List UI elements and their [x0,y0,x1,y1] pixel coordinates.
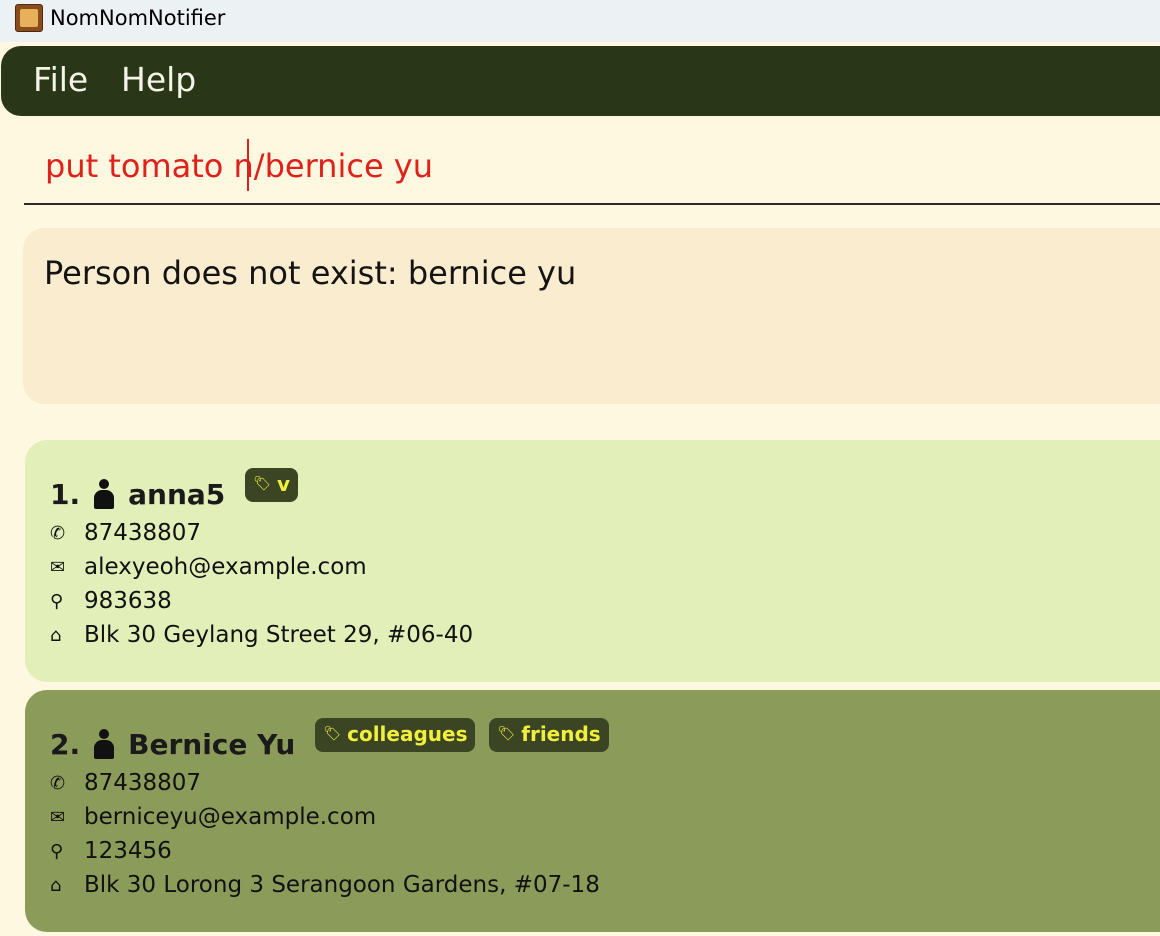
email-icon: ✉ [50,806,66,828]
pin-icon: ⚲ [50,590,64,612]
tag-label: v [277,472,291,496]
address-value: Blk 30 Lorong 3 Serangoon Gardens, #07-1… [84,872,600,898]
tag-icon: 🏷 [323,726,342,742]
tag-label: friends [521,722,601,746]
text-caret [247,139,249,191]
menu-file[interactable]: File [33,60,88,99]
tag-label: colleagues [347,722,468,746]
email-value: alexyeoh@example.com [84,554,367,580]
postal-field: ⚲ 983638 [50,588,172,614]
result-message: Person does not exist: bernice yu [44,254,577,292]
phone-value: 87438807 [84,520,202,546]
tag-icon: 🏷 [497,726,516,742]
app-icon [15,4,43,32]
card-index: 2. [50,727,81,761]
command-input-text[interactable]: put tomato n/bernice yu [45,147,433,185]
email-icon: ✉ [50,556,66,578]
address-field: ⌂ Blk 30 Geylang Street 29, #06-40 [50,622,473,648]
person-name: anna5 [128,477,226,511]
address-field: ⌂ Blk 30 Lorong 3 Serangoon Gardens, #07… [50,872,600,898]
window-title: NomNomNotifier [50,6,226,30]
person-icon [92,479,116,509]
card-index: 1. [50,477,81,511]
tag-badge: 🏷 colleagues [315,718,476,752]
phone-icon: ✆ [50,522,66,544]
menu-help[interactable]: Help [121,60,196,99]
email-field: ✉ berniceyu@example.com [50,804,376,830]
command-input[interactable]: put tomato n/bernice yu [24,135,1160,205]
person-card[interactable]: 2. Bernice Yu 🏷 colleagues 🏷 friends ✆ 8… [25,690,1160,932]
postal-value: 123456 [84,838,172,864]
phone-field: ✆ 87438807 [50,520,201,546]
phone-field: ✆ 87438807 [50,770,201,796]
phone-value: 87438807 [84,770,202,796]
person-icon [92,729,116,759]
tag-list: 🏷 v [245,468,312,502]
home-icon: ⌂ [50,874,62,896]
tag-badge: 🏷 v [245,468,299,502]
person-card[interactable]: 1. anna5 🏷 v ✆ 87438807 ✉ alexyeoh@examp… [25,440,1160,682]
home-icon: ⌂ [50,624,62,646]
phone-icon: ✆ [50,772,66,794]
postal-field: ⚲ 123456 [50,838,172,864]
tag-icon: 🏷 [253,476,272,492]
result-display: Person does not exist: bernice yu [23,228,1160,404]
pin-icon: ⚲ [50,840,64,862]
menu-bar: File Help [1,46,1160,116]
email-value: berniceyu@example.com [84,804,377,830]
email-field: ✉ alexyeoh@example.com [50,554,367,580]
address-value: Blk 30 Geylang Street 29, #06-40 [84,622,474,648]
person-name: Bernice Yu [128,727,296,761]
tag-badge: 🏷 friends [489,718,609,752]
postal-value: 983638 [84,588,172,614]
tag-list: 🏷 colleagues 🏷 friends [315,718,622,752]
title-bar: NomNomNotifier [0,0,1160,42]
